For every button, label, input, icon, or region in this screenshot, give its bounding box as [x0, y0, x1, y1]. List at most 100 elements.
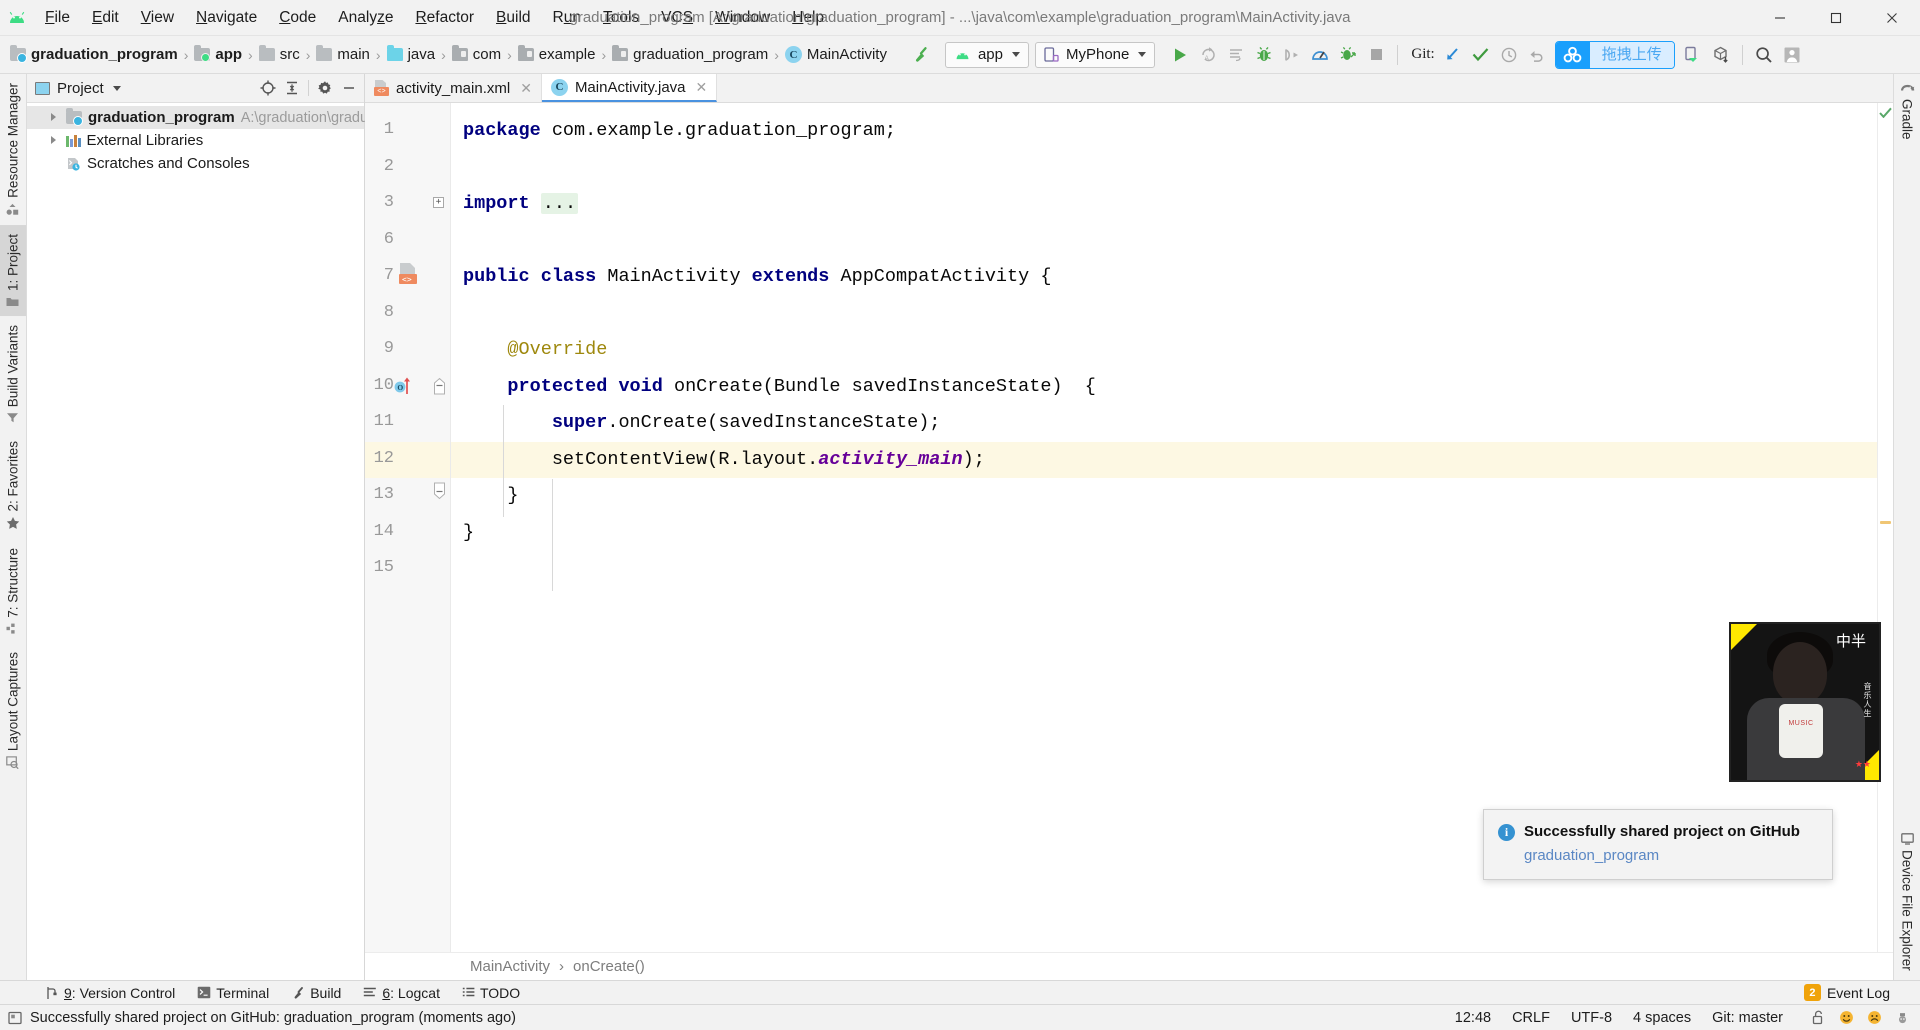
code-line[interactable]	[451, 223, 1877, 260]
menu-tools[interactable]: Tools	[592, 6, 650, 30]
apply-changes-button[interactable]: A	[1194, 41, 1222, 69]
breadcrumb-graduation-program-pkg[interactable]: graduation_program	[608, 44, 772, 65]
gutter-line[interactable]: 12	[365, 441, 450, 478]
tool-window-version-control[interactable]: 9: Version Control	[34, 983, 186, 1003]
code-line[interactable]: package com.example.graduation_program;	[451, 113, 1877, 150]
menu-view[interactable]: View	[130, 6, 185, 30]
sidebar-item-project[interactable]: 1: Project	[0, 224, 26, 316]
gutter-line[interactable]: 1	[365, 113, 450, 150]
history-button[interactable]	[1495, 41, 1523, 69]
fold-expand-icon[interactable]: +	[433, 197, 444, 208]
menu-window[interactable]: Window	[704, 6, 781, 30]
rollback-button[interactable]	[1523, 41, 1551, 69]
tab-activity-main-xml[interactable]: <> activity_main.xml ✕	[365, 74, 542, 102]
notification-link[interactable]: graduation_program	[1524, 847, 1816, 864]
code-line[interactable]: }	[451, 515, 1877, 552]
tab-close-icon[interactable]: ✕	[520, 80, 532, 97]
indent-indicator[interactable]: 4 spaces	[1633, 1010, 1691, 1026]
chevron-right-icon[interactable]	[49, 112, 60, 123]
gutter-line[interactable]: 14	[365, 515, 450, 552]
sdk-box-icon[interactable]	[1707, 41, 1735, 69]
tool-window-logcat[interactable]: 6: Logcat	[352, 983, 451, 1003]
menu-build[interactable]: Build	[485, 6, 541, 30]
breadcrumb-class[interactable]: MainActivity	[470, 958, 550, 975]
line-separator-indicator[interactable]: CRLF	[1512, 1010, 1550, 1026]
gutter-line[interactable]: 2	[365, 150, 450, 187]
fold-collapse-icon[interactable]	[433, 377, 446, 396]
search-icon[interactable]	[1750, 41, 1778, 69]
encoding-indicator[interactable]: UTF-8	[1571, 1010, 1612, 1026]
tree-item-graduation-program[interactable]: graduation_program A:\graduation\graduat…	[27, 106, 420, 129]
minimize-icon[interactable]	[338, 77, 360, 99]
code-line[interactable]: protected void onCreate(Bundle savedInst…	[451, 369, 1877, 406]
breadcrumb-example[interactable]: example	[514, 44, 600, 65]
override-method-icon[interactable]: O	[394, 376, 418, 396]
gutter-line[interactable]: 10 O	[365, 369, 450, 406]
attach-debugger-button[interactable]	[1278, 41, 1306, 69]
target-icon[interactable]	[257, 77, 279, 99]
analysis-inspection-strip[interactable]	[1877, 103, 1893, 952]
hammer-icon[interactable]	[907, 41, 935, 69]
breadcrumb-com[interactable]: com	[448, 44, 505, 65]
gutter-line[interactable]: 11	[365, 405, 450, 442]
device-selector[interactable]: MyPhone	[1034, 41, 1156, 68]
tree-item-scratches-and-consoles[interactable]: Scratches and Consoles	[27, 152, 364, 175]
gutter-line[interactable]: 13	[365, 478, 450, 515]
stop-button[interactable]	[1362, 41, 1390, 69]
lock-icon[interactable]	[1812, 1010, 1826, 1025]
inspection-mark[interactable]	[1880, 521, 1891, 524]
happy-face-icon[interactable]	[1839, 1010, 1854, 1025]
profiler-button[interactable]	[1306, 41, 1334, 69]
run-configuration-selector[interactable]: app	[944, 41, 1029, 68]
menu-navigate[interactable]: Navigate	[185, 6, 268, 30]
tab-close-icon[interactable]: ✕	[696, 79, 708, 96]
gutter-line[interactable]: 8	[365, 296, 450, 333]
gutter-line[interactable]: 9	[365, 332, 450, 369]
sidebar-item-gradle[interactable]: Gradle	[1895, 74, 1920, 149]
code-editor[interactable]: 1 2 3 +6 7 <> 8 9 10 O 11 12 13 14 15 package com.exam…	[365, 103, 1893, 952]
breadcrumb-mainactivity[interactable]: C MainActivity	[781, 44, 891, 65]
notification-popup[interactable]: i Successfully shared project on GitHub …	[1483, 809, 1833, 880]
tab-mainactivity-java[interactable]: C MainActivity.java ✕	[541, 74, 718, 102]
breadcrumb-graduation-program[interactable]: graduation_program	[6, 44, 182, 65]
menu-vcs[interactable]: VCS	[650, 6, 704, 30]
code-line[interactable]: @Override	[451, 332, 1877, 369]
sidebar-item-structure[interactable]: 7: Structure	[0, 539, 26, 644]
code-line[interactable]	[451, 296, 1877, 333]
sidebar-item-build-variants[interactable]: Build Variants	[0, 316, 26, 432]
chevron-right-icon[interactable]	[49, 135, 60, 146]
breadcrumb-method[interactable]: onCreate()	[573, 958, 645, 975]
event-log-label[interactable]: Event Log	[1827, 985, 1890, 1001]
update-project-button[interactable]	[1439, 41, 1467, 69]
sidebar-item-device-file-explorer[interactable]: Device File Explorer	[1895, 824, 1920, 980]
git-branch-indicator[interactable]: Git: master	[1712, 1010, 1783, 1026]
layout-preview-icon[interactable]: <>	[398, 263, 418, 285]
run-with-coverage-button[interactable]	[1334, 41, 1362, 69]
gutter-line[interactable]: 15	[365, 551, 450, 588]
collapse-all-icon[interactable]	[281, 77, 303, 99]
tree-item-external-libraries[interactable]: External Libraries	[27, 129, 364, 152]
sad-face-icon[interactable]	[1867, 1010, 1882, 1025]
sidebar-item-layout-captures[interactable]: Layout Captures	[0, 643, 26, 778]
menu-code[interactable]: Code	[268, 6, 327, 30]
menu-refactor[interactable]: Refactor	[404, 6, 485, 30]
code-line[interactable]: import ...	[451, 186, 1877, 223]
maximize-button[interactable]	[1808, 0, 1864, 35]
gutter-line[interactable]: 6	[365, 223, 450, 260]
gutter-line[interactable]: 3 +	[365, 186, 450, 223]
apply-code-changes-button[interactable]	[1222, 41, 1250, 69]
code-line[interactable]: public class MainActivity extends AppCom…	[451, 259, 1877, 296]
code-line[interactable]: super.onCreate(savedInstanceState);	[451, 405, 1877, 442]
fold-collapse-icon[interactable]	[433, 481, 446, 500]
upload-badge[interactable]: 拖拽上传	[1554, 40, 1675, 69]
debug-button[interactable]	[1250, 41, 1278, 69]
commit-button[interactable]	[1467, 41, 1495, 69]
code-line[interactable]	[451, 150, 1877, 187]
code-line[interactable]	[451, 551, 1877, 588]
avatar-icon[interactable]	[1778, 41, 1806, 69]
run-button[interactable]	[1166, 41, 1194, 69]
breadcrumb-java[interactable]: java	[383, 44, 440, 65]
minimize-button[interactable]	[1752, 0, 1808, 35]
device-manager-button[interactable]	[1679, 41, 1707, 69]
tool-window-build[interactable]: Build	[280, 983, 352, 1003]
